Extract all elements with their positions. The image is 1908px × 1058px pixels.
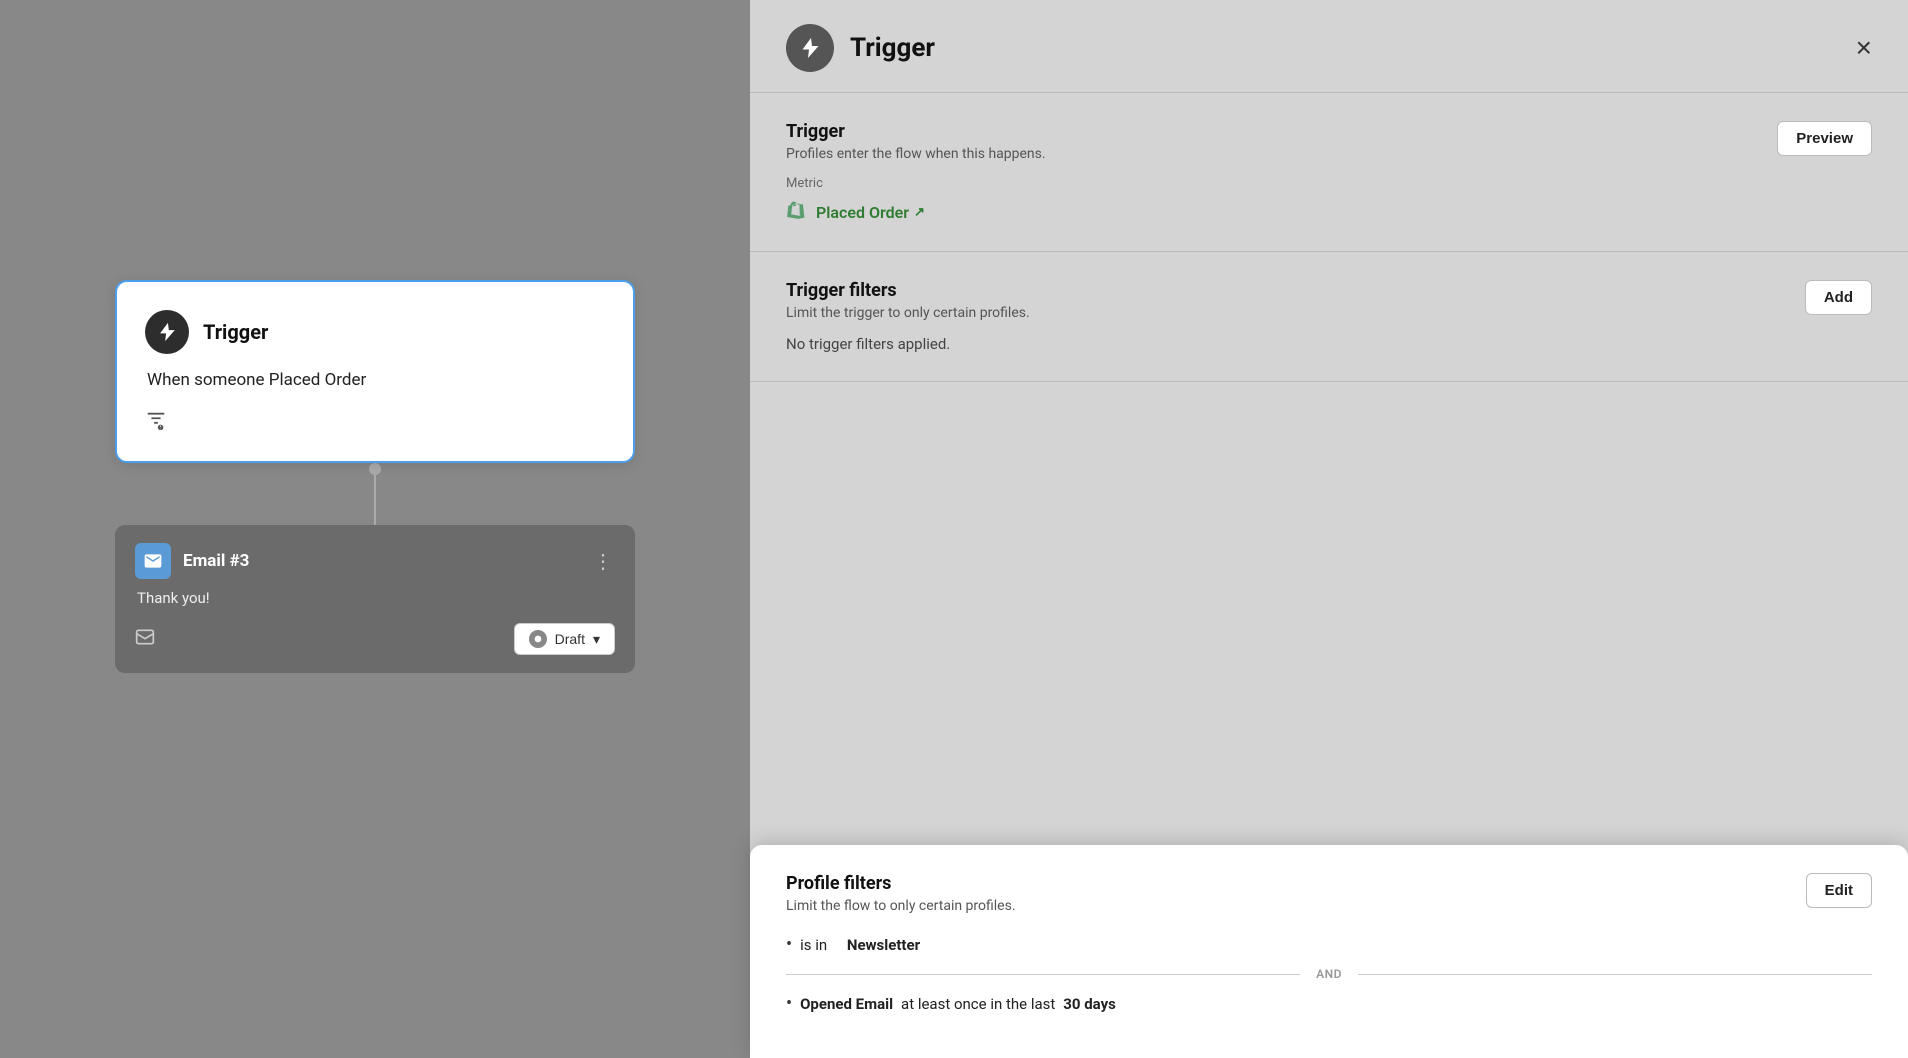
panel-header: Trigger × [750, 0, 1908, 93]
email-card-header: Email #3 ⋮ [135, 543, 615, 579]
filter-person-icon [145, 410, 167, 437]
more-options-button[interactable]: ⋮ [593, 549, 615, 573]
trigger-filters-section: Trigger filters Limit the trigger to onl… [750, 252, 1908, 382]
canvas-area: Trigger When someone Placed Order [0, 0, 750, 1058]
metric-link[interactable]: Placed Order ↗ [816, 203, 925, 222]
draft-button[interactable]: Draft ▾ [514, 623, 615, 655]
email-card[interactable]: Email #3 ⋮ Thank you! Draft ▾ [115, 525, 635, 673]
external-link-icon: ↗ [914, 205, 925, 220]
filter-item-1: is in Newsletter [786, 934, 1872, 955]
shopify-icon [786, 201, 808, 223]
add-filter-button[interactable]: Add [1805, 280, 1872, 315]
trigger-filters-text: Trigger filters Limit the trigger to onl… [786, 280, 1030, 321]
filter1-bold: Newsletter [847, 936, 920, 954]
trigger-panel: Trigger × Trigger Profiles enter the flo… [750, 0, 1908, 1058]
profile-filters-panel: Profile filters Limit the flow to only c… [750, 845, 1908, 1058]
trigger-section: Trigger Profiles enter the flow when thi… [750, 93, 1908, 252]
email-icon-box [135, 543, 171, 579]
panel-header-icon [786, 24, 834, 72]
filter2-bold2: 30 days [1063, 995, 1116, 1013]
filter2-post: at least once in the last [901, 995, 1055, 1013]
connector-line [374, 475, 376, 525]
filter-item-2: Opened Email at least once in the last 3… [786, 993, 1872, 1014]
and-line-left [786, 974, 1300, 975]
panel-header-left: Trigger [786, 24, 935, 72]
trigger-card-body: When someone Placed Order [147, 370, 605, 390]
email-footer-icon [135, 627, 155, 652]
trigger-card-footer [145, 410, 605, 437]
trigger-card-header: Trigger [145, 310, 605, 354]
and-divider: AND [786, 967, 1872, 981]
trigger-card-title: Trigger [203, 320, 268, 344]
email-card-footer: Draft ▾ [135, 623, 615, 655]
email-card-title: Email #3 [183, 551, 249, 571]
lightning-icon [156, 321, 178, 343]
profile-filters-text: Profile filters Limit the flow to only c… [786, 873, 1016, 914]
metric-name: Placed Order [816, 203, 909, 222]
and-label: AND [1312, 967, 1346, 981]
and-line-right [1358, 974, 1872, 975]
connector-dot [369, 463, 381, 475]
preview-button[interactable]: Preview [1777, 121, 1872, 156]
trigger-filters-header: Trigger filters Limit the trigger to onl… [786, 280, 1872, 321]
metric-row: Placed Order ↗ [786, 201, 1872, 223]
trigger-section-header: Trigger Profiles enter the flow when thi… [786, 121, 1872, 162]
metric-label: Metric [786, 176, 1872, 191]
filter1-pre: is in [800, 936, 827, 954]
profile-filters-title: Profile filters [786, 873, 1016, 894]
trigger-icon-circle [145, 310, 189, 354]
profile-filters-header: Profile filters Limit the flow to only c… [786, 873, 1872, 914]
trigger-section-title: Trigger [786, 121, 1046, 142]
filter2-bold: Opened Email [800, 995, 893, 1013]
close-button[interactable]: × [1856, 34, 1872, 62]
trigger-filters-title: Trigger filters [786, 280, 1030, 301]
trigger-section-subtitle: Profiles enter the flow when this happen… [786, 146, 1046, 162]
right-panel: Trigger × Trigger Profiles enter the flo… [750, 0, 1908, 1058]
draft-label: Draft [555, 631, 585, 647]
panel-title: Trigger [850, 33, 935, 63]
no-filters-text: No trigger filters applied. [786, 335, 1872, 353]
email-icon [143, 551, 163, 571]
trigger-section-text: Trigger Profiles enter the flow when thi… [786, 121, 1046, 162]
trigger-card[interactable]: Trigger When someone Placed Order [115, 280, 635, 463]
draft-status-icon [529, 630, 547, 648]
profile-filters-subtitle: Limit the flow to only certain profiles. [786, 898, 1016, 914]
draft-chevron: ▾ [593, 631, 600, 648]
edit-filters-button[interactable]: Edit [1806, 873, 1872, 908]
email-card-header-left: Email #3 [135, 543, 249, 579]
panel-lightning-icon [798, 36, 822, 60]
trigger-filters-subtitle: Limit the trigger to only certain profil… [786, 305, 1030, 321]
email-card-text: Thank you! [137, 589, 615, 607]
